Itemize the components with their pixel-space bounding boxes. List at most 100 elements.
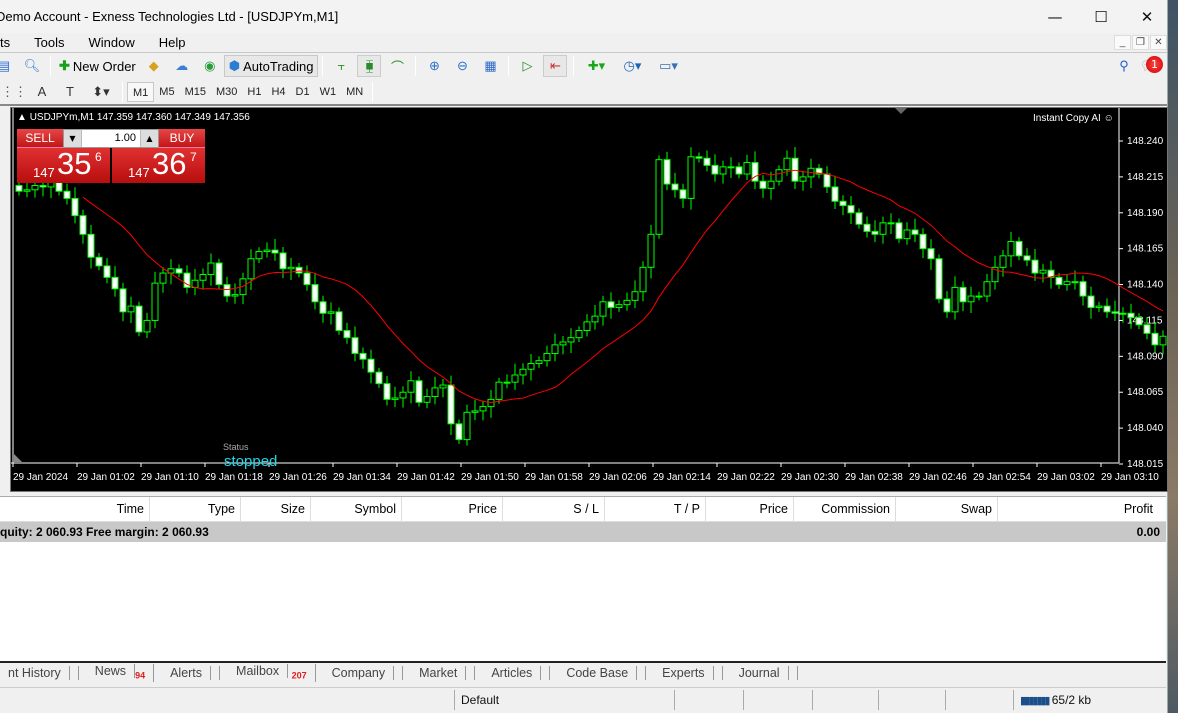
mdi-close-button[interactable]: ✕ [1150, 35, 1167, 50]
menu-window[interactable]: Window [88, 35, 134, 50]
col-commission[interactable]: Commission [794, 497, 896, 521]
candle-body [399, 391, 407, 399]
timeframe-m15[interactable]: M15 [180, 82, 211, 102]
text-label-icon[interactable]: T [58, 81, 82, 103]
col-current-price[interactable]: Price [706, 497, 794, 521]
signals-icon[interactable]: ◉ [198, 55, 222, 77]
tab-market[interactable]: Market [403, 666, 476, 680]
tab-code-base[interactable]: Code Base [550, 666, 647, 680]
lot-increase-button[interactable]: ▲ [140, 130, 158, 147]
metaeditor-icon[interactable]: ◆ [142, 55, 166, 77]
timeframe-m1[interactable]: M1 [127, 81, 155, 102]
tab-company[interactable]: Company [316, 666, 404, 680]
templates-icon[interactable]: ▭▾ [652, 55, 684, 77]
col-sl[interactable]: S / L [503, 497, 605, 521]
text-icon[interactable]: A [30, 81, 54, 103]
menu-help[interactable]: Help [159, 35, 186, 50]
bar-chart-icon[interactable]: ⫟ [329, 55, 353, 77]
zoom-in-icon[interactable]: ⊕ [422, 55, 446, 77]
menu-charts[interactable]: ts [0, 35, 10, 50]
candle-body [463, 411, 471, 441]
terminal-window: Demo Account - Exness Technologies Ltd -… [0, 0, 1168, 713]
connection-status[interactable]: ▮▮▮▮▮▮▮ 65/2 kb [1013, 690, 1153, 710]
col-profit[interactable]: Profit [998, 497, 1158, 521]
arrows-icon[interactable]: ⬍▾ [86, 81, 116, 103]
tab-journal[interactable]: Journal [723, 666, 798, 680]
timeframe-mn[interactable]: MN [341, 82, 368, 102]
autotrading-button[interactable]: ⬢ AutoTrading [223, 55, 319, 77]
search-icon[interactable]: ⚲ [1112, 55, 1136, 77]
col-swap[interactable]: Swap [896, 497, 998, 521]
y-tick-label: 148.065 [1127, 387, 1164, 398]
tab-news[interactable]: News 94 [79, 663, 155, 683]
timeframe-m30[interactable]: M30 [211, 82, 242, 102]
chart-window[interactable]: 148.240 148.215 148.190 148.165 148.140 148.1… [10, 107, 1168, 492]
col-symbol[interactable]: Symbol [311, 497, 402, 521]
auto-scroll-icon[interactable]: ▷ [515, 55, 539, 77]
candle-body [559, 341, 567, 346]
col-tp[interactable]: T / P [605, 497, 706, 521]
buy-price[interactable]: 147 36 7 [112, 146, 205, 183]
candle-body [1119, 312, 1127, 315]
col-size[interactable]: Size [241, 497, 311, 521]
candle-body [623, 299, 631, 306]
instant-copy-ai-label: Instant Copy AI ☺ [1033, 113, 1114, 124]
vps-icon[interactable]: ☁ [170, 55, 194, 77]
candle-body [39, 185, 47, 188]
toolbar-separator [50, 56, 51, 76]
candlestick-chart-icon[interactable]: ⧯ [357, 55, 382, 77]
col-time[interactable]: Time [0, 497, 150, 521]
col-type[interactable]: Type [150, 497, 241, 521]
tab-experts[interactable]: Experts [646, 666, 723, 680]
balance-row[interactable]: quity: 2 060.93 Free margin: 2 060.93 0.… [0, 522, 1166, 542]
sell-price[interactable]: 147 35 6 [17, 146, 110, 183]
candle-body [1071, 281, 1079, 284]
timeframe-h1[interactable]: H1 [242, 82, 266, 102]
line-chart-icon[interactable]: ⌒ [385, 55, 409, 77]
candle-body [943, 298, 951, 313]
y-tick-label: 148.140 [1127, 280, 1164, 291]
status-bar: Default ▮▮▮▮▮▮▮ 65/2 kb [0, 687, 1166, 711]
timeframe-w1[interactable]: W1 [315, 82, 342, 102]
candle-body [1095, 305, 1103, 309]
one-click-trading-panel: SELL ▼ 1.00 ▲ BUY 147 35 6 147 36 7 [17, 129, 205, 185]
timeframe-m5[interactable]: M5 [154, 82, 179, 102]
timeframe-d1[interactable]: D1 [291, 82, 315, 102]
candle-body [599, 301, 607, 317]
candle-body [263, 249, 271, 253]
y-tick-label: 148.215 [1127, 172, 1164, 183]
terminal-tabs: nt History News 94 Alerts Mailbox 207 Com… [0, 661, 1166, 683]
lot-decrease-button[interactable]: ▼ [64, 130, 82, 147]
chart-shift-icon[interactable]: ⇤ [543, 55, 568, 77]
tab-account-history[interactable]: nt History [0, 666, 79, 680]
new-order-button[interactable]: ✚ New Order [55, 55, 140, 77]
x-tick-label: 29 Jan 02:14 [653, 472, 711, 483]
candle-body [319, 301, 327, 314]
candle-body [671, 183, 679, 191]
fibonacci-icon[interactable]: ⋮⋮ [1, 81, 27, 103]
lot-size-input[interactable]: 1.00 [82, 130, 140, 147]
minimize-button[interactable]: — [1032, 0, 1078, 33]
tab-mailbox[interactable]: Mailbox 207 [220, 663, 316, 683]
col-price[interactable]: Price [402, 497, 503, 521]
indicators-icon[interactable]: ✚▾ [580, 55, 612, 77]
close-button[interactable]: ✕ [1124, 0, 1170, 33]
tab-articles[interactable]: Articles [475, 666, 551, 680]
tab-alerts[interactable]: Alerts [154, 666, 221, 680]
candle-body [359, 352, 367, 360]
maximize-button[interactable]: ☐ [1078, 0, 1124, 33]
zoom-out-icon[interactable]: ⊖ [450, 55, 474, 77]
candle-body [431, 387, 439, 398]
mdi-restore-button[interactable]: ❐ [1132, 35, 1149, 50]
market-watch-icon[interactable]: ▤ [0, 55, 16, 77]
periods-icon[interactable]: ◷▾ [616, 55, 648, 77]
y-tick-label: 148.040 [1127, 423, 1164, 434]
timeframe-h4[interactable]: H4 [266, 82, 290, 102]
strategy-tester-icon[interactable]: 🔍︎ [20, 55, 44, 77]
x-tick-label: 29 Jan 01:26 [269, 472, 327, 483]
status-cell [743, 690, 812, 710]
menu-tools[interactable]: Tools [34, 35, 64, 50]
mdi-minimize-button[interactable]: _ [1114, 35, 1131, 50]
tile-windows-icon[interactable]: ▦ [478, 55, 502, 77]
profile-name[interactable]: Default [454, 690, 674, 710]
